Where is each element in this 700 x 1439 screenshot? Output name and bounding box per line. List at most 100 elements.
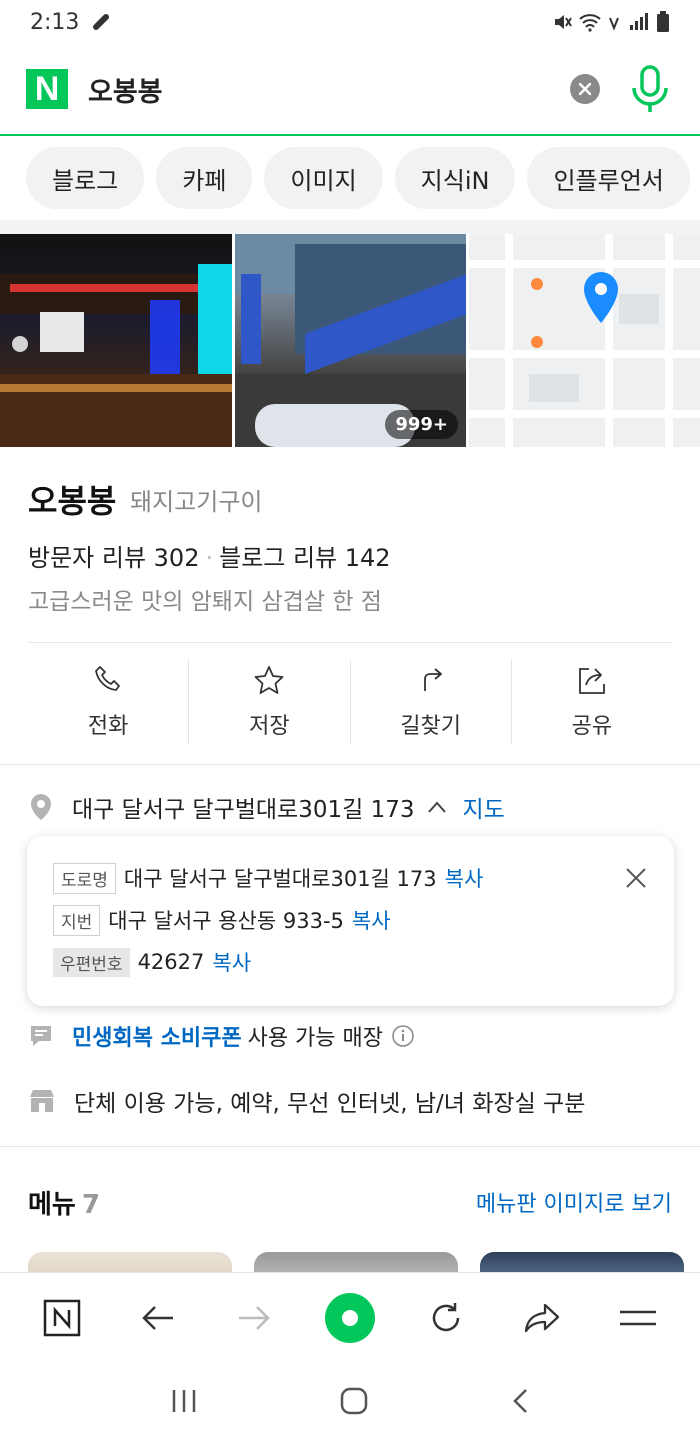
amenities-row: 단체 이용 가능, 예약, 무선 인터넷, 남/녀 화장실 구분 (28, 1084, 585, 1118)
address-summary: 대구 달서구 달구벌대로301길 173 (72, 797, 415, 823)
action-bar: 전화 저장 길찾기 공유 (28, 660, 672, 744)
photo-storefront-night[interactable] (0, 234, 232, 447)
photo-storefront-day[interactable]: 999+ (235, 234, 466, 447)
close-icon (578, 82, 592, 96)
chevron-up-icon[interactable] (427, 800, 447, 814)
address-detail-card: 도로명 대구 달서구 달구벌대로301길 173 복사 지번 대구 달서구 용산… (27, 836, 674, 1006)
hamburger-icon (620, 1310, 656, 1325)
tab-image[interactable]: 이미지 (264, 147, 383, 209)
recent-apps-icon[interactable] (170, 1388, 198, 1414)
menu-board-link[interactable]: 메뉴판 이미지로 보기 (476, 1186, 672, 1218)
arrow-right-icon (239, 1305, 270, 1330)
system-navigation-bar (0, 1362, 700, 1439)
tab-knowledge-in[interactable]: 지식iN (394, 147, 516, 209)
status-time: 2:13 (30, 9, 80, 35)
copy-road-address-button[interactable]: 복사 (445, 863, 484, 893)
section-divider (0, 220, 700, 234)
map-link[interactable]: 지도 (463, 790, 505, 824)
arrow-left-icon (142, 1305, 173, 1330)
back-icon[interactable] (510, 1387, 530, 1415)
copy-zip-code-button[interactable]: 복사 (212, 947, 251, 977)
share-button[interactable]: 공유 (512, 660, 672, 744)
copy-lot-address-button[interactable]: 복사 (352, 905, 391, 935)
search-input[interactable]: 오봉봉 (88, 70, 163, 109)
call-button[interactable]: 전화 (28, 660, 190, 744)
green-dot-icon (325, 1292, 375, 1343)
tab-influencer[interactable]: 인플루언서 (527, 147, 690, 209)
directions-button[interactable]: 길찾기 (351, 660, 512, 744)
zip-code-row: 우편번호 42627 복사 (53, 946, 648, 978)
star-icon (254, 666, 284, 694)
close-card-button[interactable] (624, 866, 648, 890)
share-label: 공유 (571, 714, 613, 739)
directions-arrow-icon (423, 668, 442, 691)
separator-dot: · (205, 544, 214, 572)
divider (0, 1146, 700, 1147)
back-button[interactable] (130, 1290, 186, 1346)
wifi-icon (579, 14, 601, 32)
place-description: 고급스러운 맛의 암퇘지 삼겹살 한 점 (28, 589, 382, 615)
info-icon[interactable] (391, 1024, 415, 1048)
location-pin-icon (31, 794, 51, 820)
photo-strip: 999+ (0, 234, 700, 447)
battery-icon (657, 11, 669, 32)
call-label: 전화 (87, 714, 129, 739)
naver-home-button[interactable] (34, 1290, 90, 1346)
zip-code-tag: 우편번호 (53, 947, 130, 977)
zip-code: 42627 (137, 950, 205, 974)
amenities-text: 단체 이용 가능, 예약, 무선 인터넷, 남/녀 화장실 구분 (74, 1091, 586, 1117)
tab-cafe[interactable]: 카페 (156, 147, 253, 209)
menu-title: 메뉴 (28, 1190, 76, 1220)
save-button[interactable]: 저장 (189, 660, 351, 744)
signal-icon (609, 13, 648, 31)
menu-count: 7 (81, 1190, 100, 1220)
refresh-button[interactable] (418, 1290, 474, 1346)
divider (0, 764, 700, 765)
naver-logo[interactable]: N (26, 69, 68, 109)
forward-button[interactable] (226, 1290, 282, 1346)
place-name: 오봉봉 (28, 482, 117, 520)
link-icon (93, 14, 110, 30)
search-bar: N 오봉봉 (0, 44, 700, 136)
map-thumbnail[interactable] (469, 234, 700, 447)
menu-button[interactable] (610, 1290, 666, 1346)
address-row[interactable]: 대구 달서구 달구벌대로301길 173 지도 (28, 790, 505, 824)
clear-search-button[interactable] (570, 74, 600, 104)
microphone-icon (632, 65, 668, 112)
lot-address: 대구 달서구 용산동 933-5 (108, 909, 344, 933)
divider (28, 642, 672, 643)
road-address-tag: 도로명 (53, 862, 116, 894)
save-label: 저장 (249, 714, 290, 739)
coupon-highlight[interactable]: 민생회복 소비쿠폰 (72, 1020, 242, 1052)
road-address: 대구 달서구 달구벌대로301길 173 (123, 867, 437, 891)
voice-search-button[interactable] (628, 64, 672, 114)
mute-icon (555, 15, 572, 29)
visitor-review-count[interactable]: 방문자 리뷰 302 (28, 544, 199, 572)
tab-blog[interactable]: 블로그 (26, 147, 145, 209)
share-page-button[interactable] (514, 1290, 570, 1346)
review-summary: 방문자 리뷰 302 · 블로그 리뷰 142 (28, 538, 391, 573)
green-dot-button[interactable] (322, 1290, 378, 1346)
home-icon[interactable] (339, 1386, 369, 1416)
lot-address-row: 지번 대구 달서구 용산동 933-5 복사 (53, 904, 648, 936)
coupon-text: 사용 가능 매장 (247, 1026, 384, 1051)
close-icon (626, 868, 646, 888)
share-arrow-icon (524, 1303, 560, 1332)
lot-address-tag: 지번 (53, 904, 101, 936)
naver-n-icon (43, 1299, 81, 1336)
store-icon (30, 1090, 54, 1112)
share-icon (578, 668, 605, 694)
status-bar: 2:13 (0, 0, 700, 44)
road-address-row: 도로명 대구 달서구 달구벌대로301길 173 복사 (53, 862, 648, 894)
browser-toolbar (0, 1272, 700, 1362)
photo-count-badge: 999+ (385, 410, 458, 439)
search-tabs: 블로그 카페 이미지 지식iN 인플루언서 (26, 147, 690, 209)
menu-section-title: 메뉴 7 (28, 1184, 100, 1221)
place-category: 돼지고기구이 (130, 488, 263, 516)
blog-review-count[interactable]: 블로그 리뷰 142 (219, 544, 390, 572)
directions-label: 길찾기 (400, 714, 461, 739)
coupon-row: 민생회복 소비쿠폰 사용 가능 매장 (28, 1020, 415, 1052)
refresh-icon (432, 1302, 460, 1331)
phone-icon (95, 666, 121, 691)
comment-icon (31, 1026, 51, 1046)
